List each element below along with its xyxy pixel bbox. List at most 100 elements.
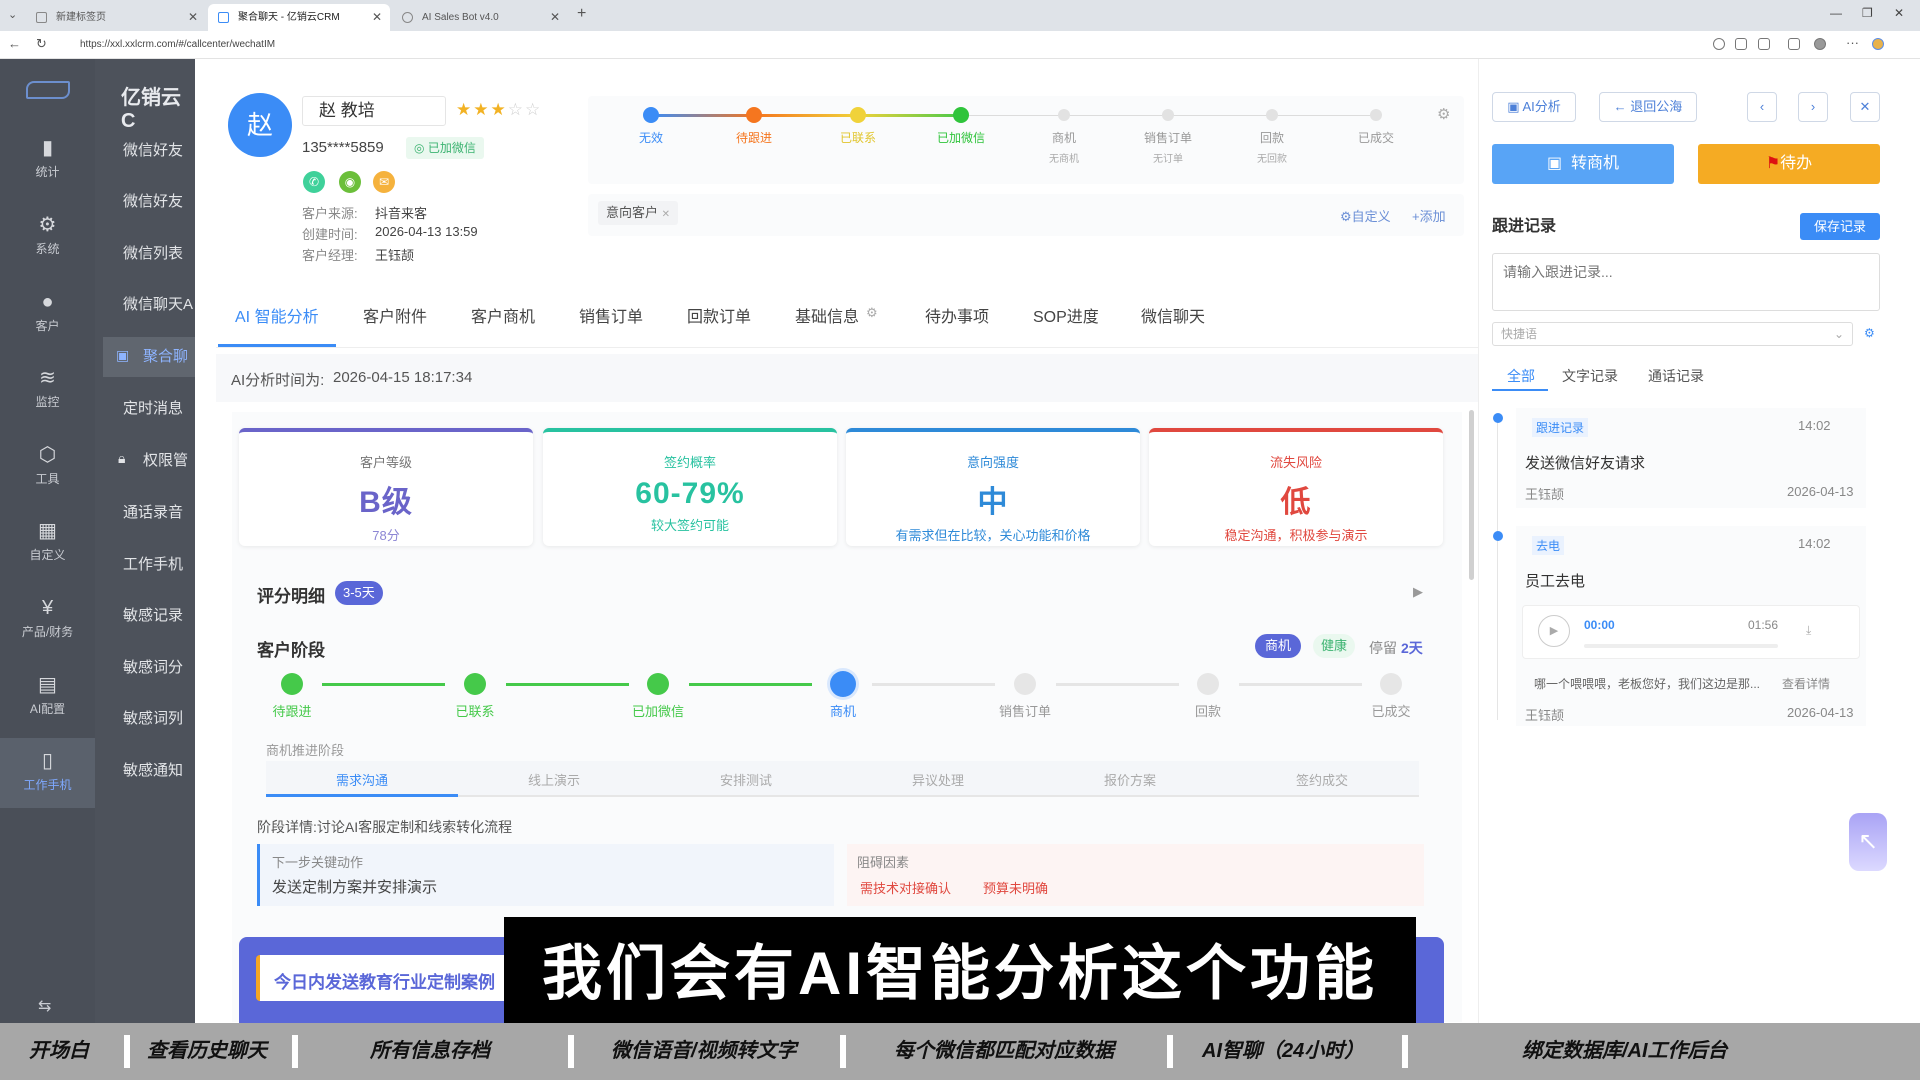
- wechat-icon[interactable]: ◉: [339, 171, 361, 193]
- step-dot-done[interactable]: [464, 673, 486, 695]
- sidebar-item-monitor[interactable]: ≋ 监控: [0, 355, 95, 425]
- prev-customer-button[interactable]: ‹: [1747, 92, 1777, 122]
- submenu-item[interactable]: 微信好友: [95, 131, 195, 171]
- submenu-item[interactable]: 微信列表: [95, 234, 195, 274]
- record-tab-text[interactable]: 文字记录: [1562, 366, 1618, 386]
- pipeline-settings-icon[interactable]: ⚙: [1437, 105, 1450, 123]
- pipeline-node[interactable]: [953, 107, 969, 123]
- tab-list-chevron-icon[interactable]: ⌄: [8, 8, 17, 21]
- profile-icon[interactable]: [1814, 38, 1826, 50]
- step-dot-pending[interactable]: [1197, 673, 1219, 695]
- play-icon[interactable]: ▶: [1538, 615, 1570, 647]
- expand-icon[interactable]: ▶: [1413, 584, 1423, 600]
- pipeline-node[interactable]: [1370, 109, 1382, 121]
- sidebar-item-stats[interactable]: ▮ 统计: [0, 125, 95, 195]
- step-dot-done[interactable]: [281, 673, 303, 695]
- sub-step-item[interactable]: 报价方案: [1040, 770, 1220, 789]
- sub-step-item[interactable]: 线上演示: [464, 770, 644, 789]
- add-tag-link[interactable]: +添加: [1412, 206, 1446, 225]
- sidebar-item-customer[interactable]: ● 客户: [0, 279, 95, 349]
- back-icon[interactable]: ←: [8, 36, 21, 51]
- next-customer-button[interactable]: ›: [1798, 92, 1828, 122]
- ai-analysis-button[interactable]: ▣ AI分析: [1492, 92, 1576, 122]
- minimize-icon[interactable]: —: [1830, 6, 1842, 20]
- submenu-item[interactable]: 敏感记录: [95, 596, 195, 636]
- tab-sop[interactable]: SOP进度: [1033, 303, 1099, 327]
- save-record-button[interactable]: 保存记录: [1800, 213, 1880, 240]
- tab-ai-analysis[interactable]: AI 智能分析: [235, 303, 319, 327]
- follow-input[interactable]: [1492, 253, 1880, 311]
- close-icon[interactable]: ✕: [372, 4, 382, 31]
- sidebar-item-ai-config[interactable]: ▤ AI配置: [0, 662, 95, 732]
- browser-tab[interactable]: 新建标签页 ✕: [26, 4, 206, 31]
- tab-opportunities[interactable]: 客户商机: [471, 303, 535, 327]
- step-dot-current[interactable]: [830, 671, 856, 697]
- sidebar-item-work-phone[interactable]: ▯ 工作手机: [0, 738, 95, 808]
- pipeline-node[interactable]: [1266, 109, 1278, 121]
- browser-tab-active[interactable]: 聚合聊天 - 亿销云CRM ✕: [208, 4, 390, 31]
- submenu-item[interactable]: 通话录音: [95, 493, 195, 533]
- tab-wechat-chat[interactable]: 微信聊天: [1141, 303, 1205, 327]
- customer-name-field[interactable]: 赵 教培: [302, 96, 446, 126]
- star-icon[interactable]: [1735, 38, 1747, 50]
- tab-sales-orders[interactable]: 销售订单: [579, 303, 643, 327]
- sidebar-item-tools[interactable]: ⬡ 工具: [0, 432, 95, 502]
- step-dot-pending[interactable]: [1380, 673, 1402, 695]
- url-field[interactable]: https://xxl.xxlcrm.com/#/callcenter/wech…: [62, 36, 1722, 54]
- sub-step-item[interactable]: 签约成交: [1232, 770, 1412, 789]
- download-icon[interactable]: ⤓: [1806, 623, 1811, 638]
- submenu-item[interactable]: 微信好友: [95, 182, 195, 222]
- floating-assistant-icon[interactable]: ↖: [1849, 813, 1887, 871]
- custom-tag-link[interactable]: ⚙自定义: [1340, 206, 1391, 225]
- restore-icon[interactable]: ❐: [1862, 6, 1873, 20]
- message-icon[interactable]: ✉: [373, 171, 395, 193]
- submenu-item[interactable]: 微信聊天A: [95, 285, 195, 325]
- pipeline-node[interactable]: [643, 107, 659, 123]
- quick-phrase-select[interactable]: 快捷语 ⌄: [1492, 322, 1853, 346]
- tag-remove-icon[interactable]: ✕: [662, 209, 670, 220]
- sidebar-item-finance[interactable]: ¥ 产品/财务: [0, 585, 95, 655]
- todo-button[interactable]: ⚑待办: [1698, 144, 1880, 184]
- submenu-item[interactable]: 工作手机: [95, 545, 195, 585]
- pipeline-node[interactable]: [1058, 109, 1070, 121]
- favorites-icon[interactable]: [1758, 38, 1770, 50]
- return-pool-button[interactable]: ← 退回公海: [1599, 92, 1697, 122]
- scrollbar[interactable]: [1469, 410, 1474, 580]
- convert-opportunity-button[interactable]: ▣ 转商机: [1492, 144, 1674, 184]
- window-close-icon[interactable]: ✕: [1894, 6, 1904, 20]
- zoom-icon[interactable]: [1713, 38, 1725, 50]
- copilot-icon[interactable]: [1872, 38, 1884, 50]
- pipeline-node[interactable]: [850, 107, 866, 123]
- close-icon[interactable]: ✕: [188, 4, 198, 31]
- pipeline-node[interactable]: [746, 107, 762, 123]
- submenu-item[interactable]: 定时消息: [95, 389, 195, 429]
- rating-stars[interactable]: ★★★☆☆: [456, 100, 542, 120]
- quick-phrase-settings-icon[interactable]: ⚙: [1864, 326, 1875, 340]
- tab-basic-info[interactable]: 基础信息: [795, 303, 859, 327]
- new-tab-icon[interactable]: +: [577, 5, 586, 23]
- submenu-item[interactable]: 敏感通知: [95, 751, 195, 791]
- close-icon[interactable]: ✕: [550, 4, 560, 31]
- browser-tab[interactable]: AI Sales Bot v4.0 ✕: [392, 4, 568, 31]
- audio-progress-track[interactable]: [1584, 644, 1778, 648]
- customer-tag[interactable]: 意向客户 ✕: [598, 201, 679, 225]
- close-drawer-button[interactable]: ✕: [1850, 92, 1880, 122]
- record-tab-call[interactable]: 通话记录: [1648, 366, 1704, 386]
- sub-step-item[interactable]: 需求沟通: [272, 770, 452, 789]
- transcript-detail-link[interactable]: 查看详情: [1782, 675, 1830, 692]
- tab-todo[interactable]: 待办事项: [925, 303, 989, 327]
- pipeline-node[interactable]: [1162, 109, 1174, 121]
- tab-payment-orders[interactable]: 回款订单: [687, 303, 751, 327]
- sidebar-item-custom[interactable]: ▦ 自定义: [0, 508, 95, 578]
- sub-step-item[interactable]: 异议处理: [848, 770, 1028, 789]
- record-tab-all[interactable]: 全部: [1507, 366, 1535, 386]
- submenu-item[interactable]: 权限管: [95, 441, 195, 481]
- sidebar-item-system[interactable]: ⚙ 系统: [0, 202, 95, 272]
- tab-attachments[interactable]: 客户附件: [363, 303, 427, 327]
- submenu-item[interactable]: 敏感词列: [95, 699, 195, 739]
- step-dot-done[interactable]: [647, 673, 669, 695]
- more-icon[interactable]: ···: [1846, 35, 1859, 50]
- reload-icon[interactable]: ↻: [36, 36, 47, 52]
- step-dot-pending[interactable]: [1014, 673, 1036, 695]
- submenu-item[interactable]: 敏感词分: [95, 648, 195, 688]
